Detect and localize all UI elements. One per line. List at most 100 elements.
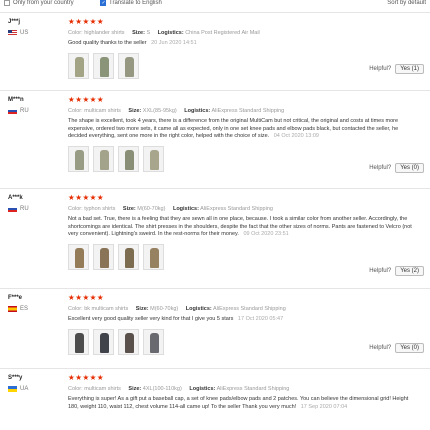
review-date: 17 Sep 2020 07:04	[300, 403, 348, 410]
review-photo[interactable]	[118, 52, 139, 79]
star-rating: ★★★★★	[68, 373, 105, 382]
size-value: 4XL(100-110kg)	[142, 386, 182, 392]
ru-flag-icon	[8, 206, 17, 212]
size-label: Size:	[132, 30, 145, 36]
sort-dropdown[interactable]: Sort by default	[387, 0, 426, 6]
review-item: A***k RU ★★★★★ Color: typhon shirts Size…	[0, 188, 430, 288]
review-photo[interactable]	[68, 52, 89, 79]
logistics-label: Logistics:	[157, 30, 184, 36]
review-text: Good quality thanks to the seller 20 Jun…	[68, 40, 418, 48]
country-code: US	[20, 30, 29, 36]
review-photo[interactable]	[68, 328, 89, 355]
review-photo[interactable]	[93, 52, 114, 79]
review-photo[interactable]	[143, 328, 164, 355]
size-value: M(60-70kg)	[150, 306, 179, 312]
reviewer-country: US	[8, 30, 28, 36]
review-item: S***y UA ★★★★★ Color: multicam shirts Si…	[0, 368, 430, 430]
logistics-label: Logistics:	[184, 108, 211, 114]
logistics-value: AliExpress Standard Shipping	[213, 306, 286, 312]
review-photos	[68, 52, 418, 79]
review-body: Everything is super! As a gift put a bas…	[68, 396, 409, 410]
size-label: Size:	[128, 108, 142, 114]
own-country-label: Only from your country	[13, 0, 74, 6]
us-flag-icon	[8, 30, 17, 36]
logistics-label: Logistics:	[185, 306, 212, 312]
color-value: bk multicam shirts	[84, 306, 129, 312]
reviewer-country: ES	[8, 306, 28, 312]
logistics-value: AliExpress Standard Shipping	[200, 206, 273, 212]
color-label: Color:	[68, 386, 83, 392]
review-photo[interactable]	[93, 243, 114, 270]
size-value: M(60-70kg)	[137, 206, 166, 212]
review-meta: Color: bk multicam shirts Size: M(60-70k…	[68, 306, 418, 312]
helpful-section: Helpful? Yes (0)	[369, 163, 424, 173]
size-label: Size:	[135, 306, 149, 312]
helpful-yes-button[interactable]: Yes (0)	[395, 163, 424, 173]
own-country-filter[interactable]: Only from your country	[4, 0, 74, 6]
es-flag-icon	[8, 306, 17, 312]
size-label: Size:	[128, 386, 142, 392]
color-value: highlander shirts	[84, 30, 125, 36]
helpful-yes-button[interactable]: Yes (1)	[395, 64, 424, 74]
reviewer-name: J***j	[8, 19, 21, 25]
review-text: The shape is excellent, took 4 years, th…	[68, 118, 418, 141]
review-date: 09 Oct 2020 23:51	[243, 231, 289, 237]
helpful-section: Helpful? Yes (2)	[369, 266, 424, 276]
review-body: Not a bad set. True, there is a feeling …	[68, 216, 412, 237]
review-photo[interactable]	[143, 243, 164, 270]
helpful-yes-button[interactable]: Yes (0)	[395, 343, 424, 353]
review-photo[interactable]	[68, 243, 89, 270]
review-photo[interactable]	[118, 243, 139, 270]
color-label: Color:	[68, 30, 83, 36]
size-label: Size:	[122, 206, 136, 212]
size-value: S	[146, 30, 151, 36]
review-body: The shape is excellent, took 4 years, th…	[68, 118, 399, 139]
review-date: 17 Oct 2020 05:47	[237, 316, 284, 322]
translate-checkbox[interactable]	[100, 0, 106, 6]
size-value: XXL(85-95kg)	[142, 108, 177, 114]
reviewer-country: RU	[8, 108, 29, 114]
review-photo[interactable]	[118, 145, 139, 172]
translate-filter[interactable]: Translate to English	[100, 0, 162, 6]
ua-flag-icon	[8, 386, 17, 392]
review-photos	[68, 243, 418, 270]
color-value: multicam shirts	[84, 108, 121, 114]
review-photo[interactable]	[68, 145, 89, 172]
review-body: Excellent very good quality seller very …	[68, 316, 234, 322]
star-rating: ★★★★★	[68, 17, 105, 26]
color-label: Color:	[68, 108, 83, 114]
reviewer-name: A***k	[8, 195, 23, 201]
reviewer-country: RU	[8, 206, 29, 212]
review-body: Good quality thanks to the seller	[68, 40, 147, 46]
review-meta: Color: multicam shirts Size: 4XL(100-110…	[68, 386, 418, 392]
review-photo[interactable]	[118, 328, 139, 355]
reviewer-name: F***e	[8, 295, 23, 301]
helpful-yes-button[interactable]: Yes (2)	[395, 266, 424, 276]
review-photo[interactable]	[143, 145, 164, 172]
helpful-section: Helpful? Yes (1)	[369, 64, 424, 74]
logistics-label: Logistics:	[189, 386, 216, 392]
own-country-checkbox[interactable]	[4, 0, 10, 6]
review-photo[interactable]	[93, 328, 114, 355]
logistics-value: AliExpress Standard Shipping	[211, 108, 285, 114]
star-rating: ★★★★★	[68, 293, 105, 302]
review-photo[interactable]	[93, 145, 114, 172]
helpful-label: Helpful?	[369, 165, 392, 171]
review-photos	[68, 145, 418, 172]
country-code: RU	[20, 206, 29, 212]
review-text: Not a bad set. True, there is a feeling …	[68, 216, 418, 239]
color-value: typhon shirts	[84, 206, 116, 212]
review-photos	[68, 328, 418, 355]
review-text: Excellent very good quality seller very …	[68, 316, 418, 324]
review-meta: Color: highlander shirts Size: S Logisti…	[68, 30, 418, 36]
review-date: 04 Oct 2020 13:09	[273, 133, 319, 139]
sort-label: Sort by default	[387, 0, 426, 6]
review-meta: Color: multicam shirts Size: XXL(85-95kg…	[68, 108, 418, 114]
review-text: Everything is super! As a gift put a bas…	[68, 396, 418, 411]
helpful-label: Helpful?	[369, 268, 392, 274]
logistics-value: AliExpress Standard Shipping	[216, 386, 290, 392]
translate-label: Translate to English	[109, 0, 162, 6]
logistics-label: Logistics:	[172, 206, 199, 212]
review-item: F***e ES ★★★★★ Color: bk multicam shirts…	[0, 288, 430, 368]
review-meta: Color: typhon shirts Size: M(60-70kg) Lo…	[68, 206, 418, 212]
